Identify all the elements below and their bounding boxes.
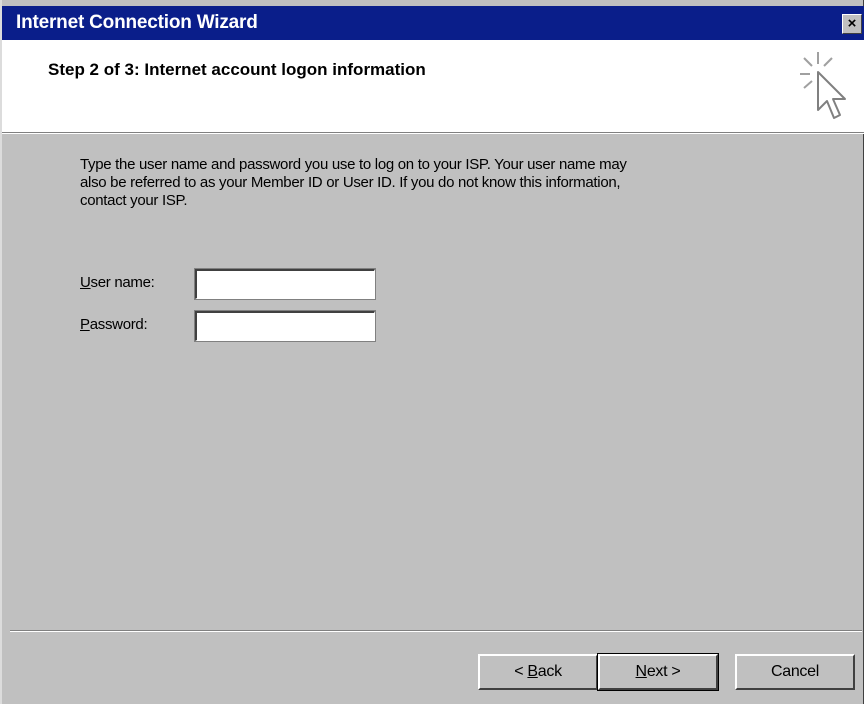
cancel-button[interactable]: Cancel <box>735 654 855 690</box>
username-label-accel: U <box>80 274 91 291</box>
password-label: Password: <box>80 316 148 333</box>
button-separator <box>10 630 862 632</box>
close-button[interactable]: × <box>842 14 862 34</box>
title-bar[interactable]: Internet Connection Wizard × <box>2 6 864 40</box>
instructions-line-1: Type the user name and password you use … <box>80 156 627 173</box>
cancel-button-label: Cancel <box>770 663 819 680</box>
back-button-accel: B <box>527 663 538 680</box>
instructions-line-3: contact your ISP. <box>80 192 188 209</box>
wizard-cursor-icon <box>800 52 846 119</box>
instructions-text: Type the user name and password you use … <box>80 156 760 210</box>
next-button-accel: N <box>635 663 648 680</box>
wizard-header: Step 2 of 3: Internet account logon info… <box>2 40 864 133</box>
back-button-rest: ack <box>537 663 562 680</box>
step-title: Step 2 of 3: Internet account logon info… <box>48 60 426 79</box>
back-button-prefix: < <box>514 663 528 680</box>
next-button-rest: ext > <box>646 663 681 680</box>
password-label-text: assword: <box>89 316 148 333</box>
username-input[interactable] <box>194 268 376 300</box>
wizard-window: Internet Connection Wizard × Step 2 of 3… <box>0 0 864 704</box>
password-input[interactable] <box>194 310 376 342</box>
username-label-text: ser name: <box>90 274 155 291</box>
back-button[interactable]: < Back <box>478 654 598 690</box>
username-label: User name: <box>80 274 155 291</box>
close-icon: × <box>847 15 857 32</box>
password-label-accel: P <box>80 316 90 333</box>
header-divider <box>2 133 864 134</box>
window-title: Internet Connection Wizard <box>16 12 258 33</box>
instructions-line-2: also be referred to as your Member ID or… <box>80 174 621 191</box>
next-button[interactable]: Next > <box>597 653 719 691</box>
